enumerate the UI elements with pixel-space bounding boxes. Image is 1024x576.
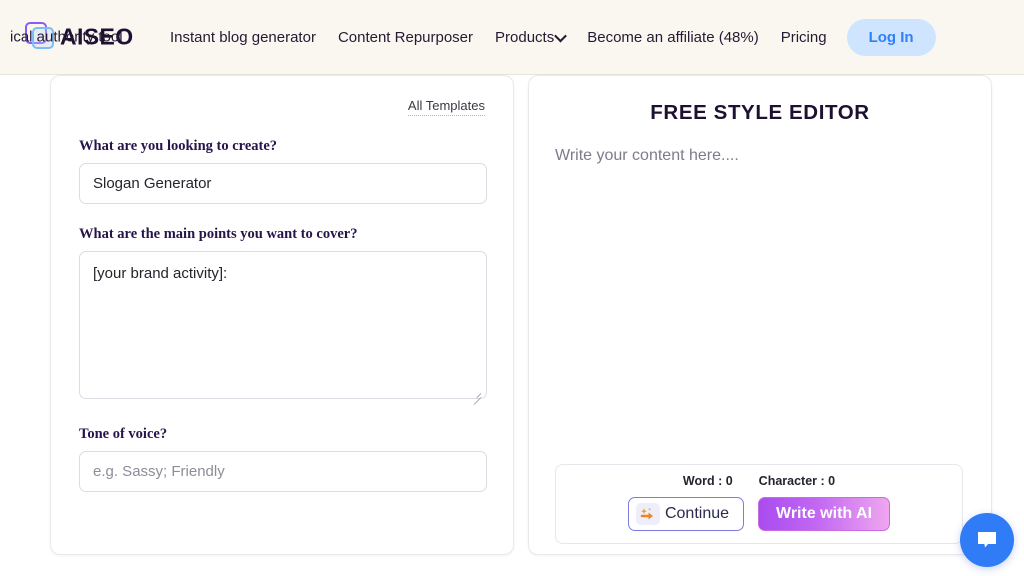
nav-item-content-repurposer[interactable]: Content Repurposer (338, 29, 473, 46)
create-type-input[interactable] (79, 163, 487, 204)
field-label: What are the main points you want to cov… (79, 226, 485, 243)
chevron-down-icon (554, 29, 567, 42)
free-style-editor-card: FREE STYLE EDITOR Write your content her… (528, 75, 992, 555)
main-content: All Templates What are you looking to cr… (0, 75, 1024, 576)
aiseo-logo-squares-icon (24, 21, 56, 53)
nav-item-pricing[interactable]: Pricing (781, 29, 827, 46)
editor-title: FREE STYLE EDITOR (529, 76, 991, 125)
main-navigation: Instant blog generator Content Repurpose… (170, 29, 827, 46)
field-label: Tone of voice? (79, 426, 485, 443)
nav-item-products[interactable]: Products (495, 29, 565, 46)
all-templates-row: All Templates (51, 76, 513, 116)
continue-button[interactable]: Continue (628, 497, 744, 531)
nav-label: Become an affiliate (48%) (587, 29, 758, 46)
field-main-points: What are the main points you want to cov… (51, 226, 513, 404)
log-in-button[interactable]: Log In (847, 19, 936, 56)
editor-action-buttons: Continue Write with AI (556, 497, 962, 531)
field-tone-of-voice: Tone of voice? (51, 426, 513, 492)
editor-counters: Word : 0 Character : 0 (556, 474, 962, 488)
tone-of-voice-input[interactable] (79, 451, 487, 492)
main-points-textarea[interactable] (79, 251, 487, 399)
site-header: AISEO ical authority tool Instant blog g… (0, 0, 1024, 75)
all-templates-link[interactable]: All Templates (408, 98, 485, 116)
nav-label: Content Repurposer (338, 29, 473, 46)
write-with-ai-button[interactable]: Write with AI (758, 497, 890, 531)
nav-item-instant-blog-generator[interactable]: Instant blog generator (170, 29, 316, 46)
field-label: What are you looking to create? (79, 138, 485, 155)
template-form-card: All Templates What are you looking to cr… (50, 75, 514, 555)
sparkle-arrow-icon (636, 503, 660, 525)
brand-logo[interactable]: AISEO ical authority tool (24, 17, 142, 57)
brand-name: AISEO (60, 24, 134, 51)
nav-label: Products (495, 29, 554, 46)
continue-label: Continue (665, 505, 729, 523)
chat-widget-button[interactable] (960, 513, 1014, 567)
nav-label: Instant blog generator (170, 29, 316, 46)
field-what-to-create: What are you looking to create? (51, 138, 513, 204)
character-count: Character : 0 (759, 474, 835, 488)
nav-label: Pricing (781, 29, 827, 46)
editor-toolbar: Word : 0 Character : 0 Continue Wr (555, 464, 963, 544)
chat-bubble-icon (974, 528, 1000, 552)
nav-item-become-an-affiliate[interactable]: Become an affiliate (48%) (587, 29, 758, 46)
editor-content-area[interactable]: Write your content here.... (529, 125, 991, 405)
word-count: Word : 0 (683, 474, 733, 488)
